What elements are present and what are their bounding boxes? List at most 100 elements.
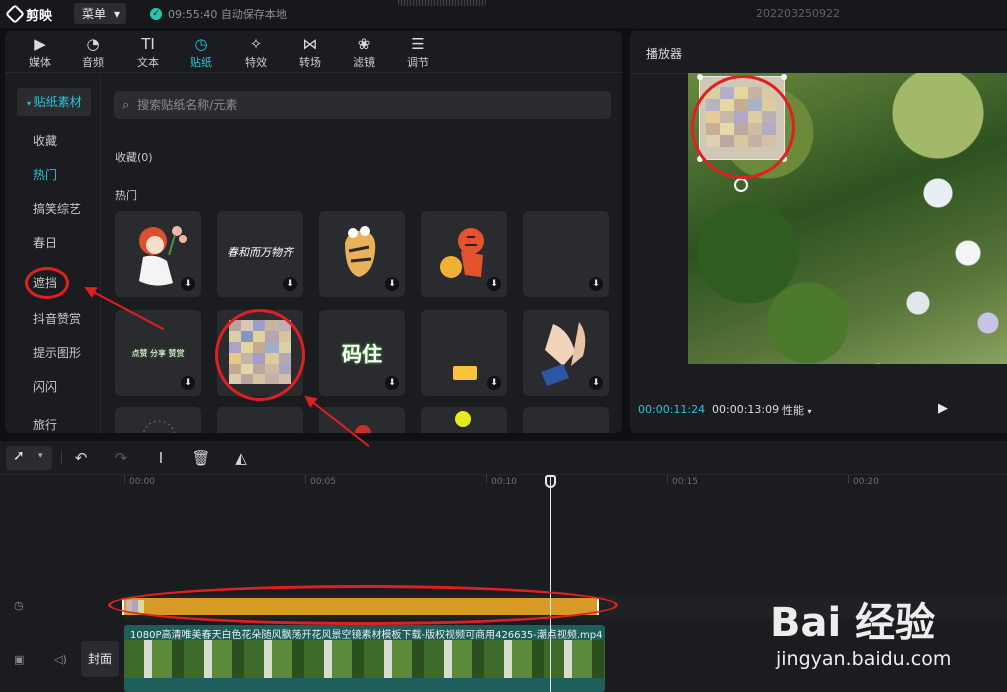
- ruler-tick: [124, 475, 125, 483]
- download-icon[interactable]: ⬇: [385, 277, 399, 291]
- ruler-label: 00:15: [672, 477, 698, 487]
- sticker-tile-row3-5[interactable]: [523, 407, 609, 433]
- sticker-tile-row3-1[interactable]: [115, 407, 201, 433]
- download-icon[interactable]: ⬇: [589, 376, 603, 390]
- sticker-tile-tiger-paw[interactable]: ⬇: [319, 211, 405, 297]
- sticker-tile-tigers[interactable]: ⬇: [421, 211, 507, 297]
- tab-filter[interactable]: ❀ 滤镜: [341, 34, 387, 72]
- sticker-track-icon: ◷: [14, 599, 24, 612]
- watermark-url: jingyan.baidu.com: [776, 648, 952, 670]
- video-clip[interactable]: 1080P高清唯美春天白色花朵随风飘荡开花风景空镜素材模板下载-版权视频可商用4…: [124, 625, 605, 692]
- sticker-category-header-label: 贴纸素材: [33, 95, 82, 109]
- hot-section-label: 热门: [115, 189, 137, 202]
- tab-media[interactable]: ▶ 媒体: [17, 34, 63, 72]
- sticker-tile-girl-flowers[interactable]: ⬇: [115, 211, 201, 297]
- tab-transition-label: 转场: [299, 56, 321, 69]
- tab-adjust[interactable]: ☰ 调节: [395, 34, 441, 72]
- tab-text[interactable]: TI 文本: [125, 34, 171, 72]
- sticker-tile-spring-script[interactable]: 春和而万物齐 ⬇: [217, 211, 303, 297]
- tab-sticker[interactable]: ◷ 贴纸: [178, 34, 224, 72]
- total-time: 00:00:13:09: [712, 403, 780, 416]
- red-sticker: [355, 425, 371, 433]
- sticker-category-sidebar: ▾ 贴纸素材 收藏 热门 搞笑综艺 春日 遮挡 抖音赞赏 提示图形 闪闪 旅行: [5, 74, 101, 433]
- adjust-icon: ☰: [411, 35, 425, 53]
- video-clip-name: 1080P高清唯美春天白色花朵随风飘荡开花风景空镜素材模板下载-版权视频可商用4…: [130, 630, 603, 641]
- play-icon[interactable]: ▶: [938, 401, 952, 416]
- annotation-ring-mosaic-sticker: [215, 309, 305, 401]
- tab-transition[interactable]: ⋈ 转场: [287, 34, 333, 72]
- sticker-search-input[interactable]: [135, 97, 576, 113]
- toolbar-divider: [61, 451, 62, 465]
- download-icon[interactable]: ⬇: [589, 277, 603, 291]
- performance-label: 性能: [782, 404, 804, 417]
- download-icon[interactable]: ⬇: [181, 277, 195, 291]
- redo-icon[interactable]: ↷: [110, 448, 132, 468]
- category-funny[interactable]: 搞笑综艺: [17, 196, 93, 222]
- chevron-down-icon: ▾: [38, 451, 43, 461]
- timeline-ruler[interactable]: 00:00 00:05 00:10 00:15 00:20: [124, 475, 1007, 493]
- save-status-text: 09:55:40 自动保存本地: [168, 8, 287, 21]
- player-panel: 播放器 00:00:11:24 00:00:13:09 性能 ▾ ▶: [630, 31, 1007, 433]
- tab-effects-label: 特效: [245, 56, 267, 69]
- annotation-ring-preview-sticker: [691, 75, 795, 179]
- window-drag-grip[interactable]: [398, 0, 486, 6]
- spring-script-sticker-text: 春和而万物齐: [227, 246, 293, 259]
- video-clip-filmstrip: [124, 640, 605, 678]
- sticker-tile-like-share[interactable]: 点赞 分享 赞赏 ⬇: [115, 310, 201, 396]
- ruler-tick: [486, 475, 487, 483]
- download-icon[interactable]: ⬇: [487, 277, 501, 291]
- current-time: 00:00:11:24: [638, 403, 706, 416]
- category-sparkle[interactable]: 闪闪: [17, 374, 93, 400]
- download-icon[interactable]: ⬇: [385, 376, 399, 390]
- text-icon: TI: [141, 35, 155, 53]
- category-hot[interactable]: 热门: [17, 162, 93, 188]
- sticker-tile-row3-2[interactable]: [217, 407, 303, 433]
- sticker-tile-empty[interactable]: ⬇: [523, 211, 609, 297]
- download-icon[interactable]: ⬇: [283, 277, 297, 291]
- tab-media-label: 媒体: [29, 56, 51, 69]
- player-title: 播放器: [646, 47, 683, 61]
- category-travel[interactable]: 旅行: [17, 412, 93, 433]
- ruler-label: 00:20: [853, 477, 879, 487]
- tab-sticker-label: 贴纸: [190, 56, 212, 69]
- rotate-handle-icon[interactable]: [734, 178, 748, 192]
- sticker-tile-code-it[interactable]: 码住 ⬇: [319, 310, 405, 396]
- resize-handle-top-left[interactable]: [697, 74, 703, 80]
- media-icon: ▶: [34, 35, 46, 53]
- sticker-tile-clapping-hands[interactable]: ⬇: [523, 310, 609, 396]
- sticker-tile-row3-4[interactable]: [421, 407, 507, 433]
- playhead-line[interactable]: [550, 477, 551, 692]
- sticker-tile-yellow-block[interactable]: ⬇: [421, 310, 507, 396]
- material-panel: ▶ 媒体 ◔ 音频 TI 文本 ◷ 贴纸 ✧ 特效 ⋈ 转场 ❀ 滤镜 ☰ 调节: [5, 31, 622, 433]
- category-hint-shapes[interactable]: 提示图形: [17, 340, 93, 366]
- tab-effects[interactable]: ✧ 特效: [233, 34, 279, 72]
- watermark-main-text: Bai 经验: [770, 600, 936, 646]
- menu-button-label: 菜单: [82, 7, 107, 21]
- tab-audio[interactable]: ◔ 音频: [70, 34, 116, 72]
- mirror-icon[interactable]: ◭: [230, 448, 252, 468]
- menu-button[interactable]: 菜单 ▾: [74, 3, 126, 24]
- cover-button[interactable]: 封面: [81, 641, 119, 677]
- sticker-tile-row3-3[interactable]: [319, 407, 405, 433]
- speaker-icon[interactable]: ◁): [54, 653, 67, 666]
- chevron-down-icon: ▾: [113, 6, 120, 21]
- ruler-tick: [305, 475, 306, 483]
- category-favorites[interactable]: 收藏: [17, 128, 93, 154]
- search-icon: ⌕: [122, 97, 130, 113]
- undo-icon[interactable]: ↶: [70, 448, 92, 468]
- ruler-tick: [667, 475, 668, 483]
- filter-icon: ❀: [357, 35, 371, 53]
- category-spring[interactable]: 春日: [17, 230, 93, 256]
- tab-audio-label: 音频: [82, 56, 104, 69]
- download-icon[interactable]: ⬇: [181, 376, 195, 390]
- delete-icon[interactable]: 🗑: [190, 448, 212, 468]
- split-icon[interactable]: I: [150, 448, 172, 468]
- resize-handle-top-right[interactable]: [781, 74, 787, 80]
- select-tool-dropdown[interactable]: ➚ ▾: [6, 446, 52, 470]
- sticker-category-header[interactable]: ▾ 贴纸素材: [17, 88, 91, 116]
- download-icon[interactable]: ⬇: [487, 376, 501, 390]
- performance-dropdown[interactable]: 性能 ▾: [782, 402, 812, 418]
- category-douyin-like[interactable]: 抖音赞赏: [17, 306, 93, 332]
- sticker-search-box[interactable]: ⌕: [114, 91, 611, 119]
- like-share-sticker-text: 点赞 分享 赞赏: [131, 349, 185, 358]
